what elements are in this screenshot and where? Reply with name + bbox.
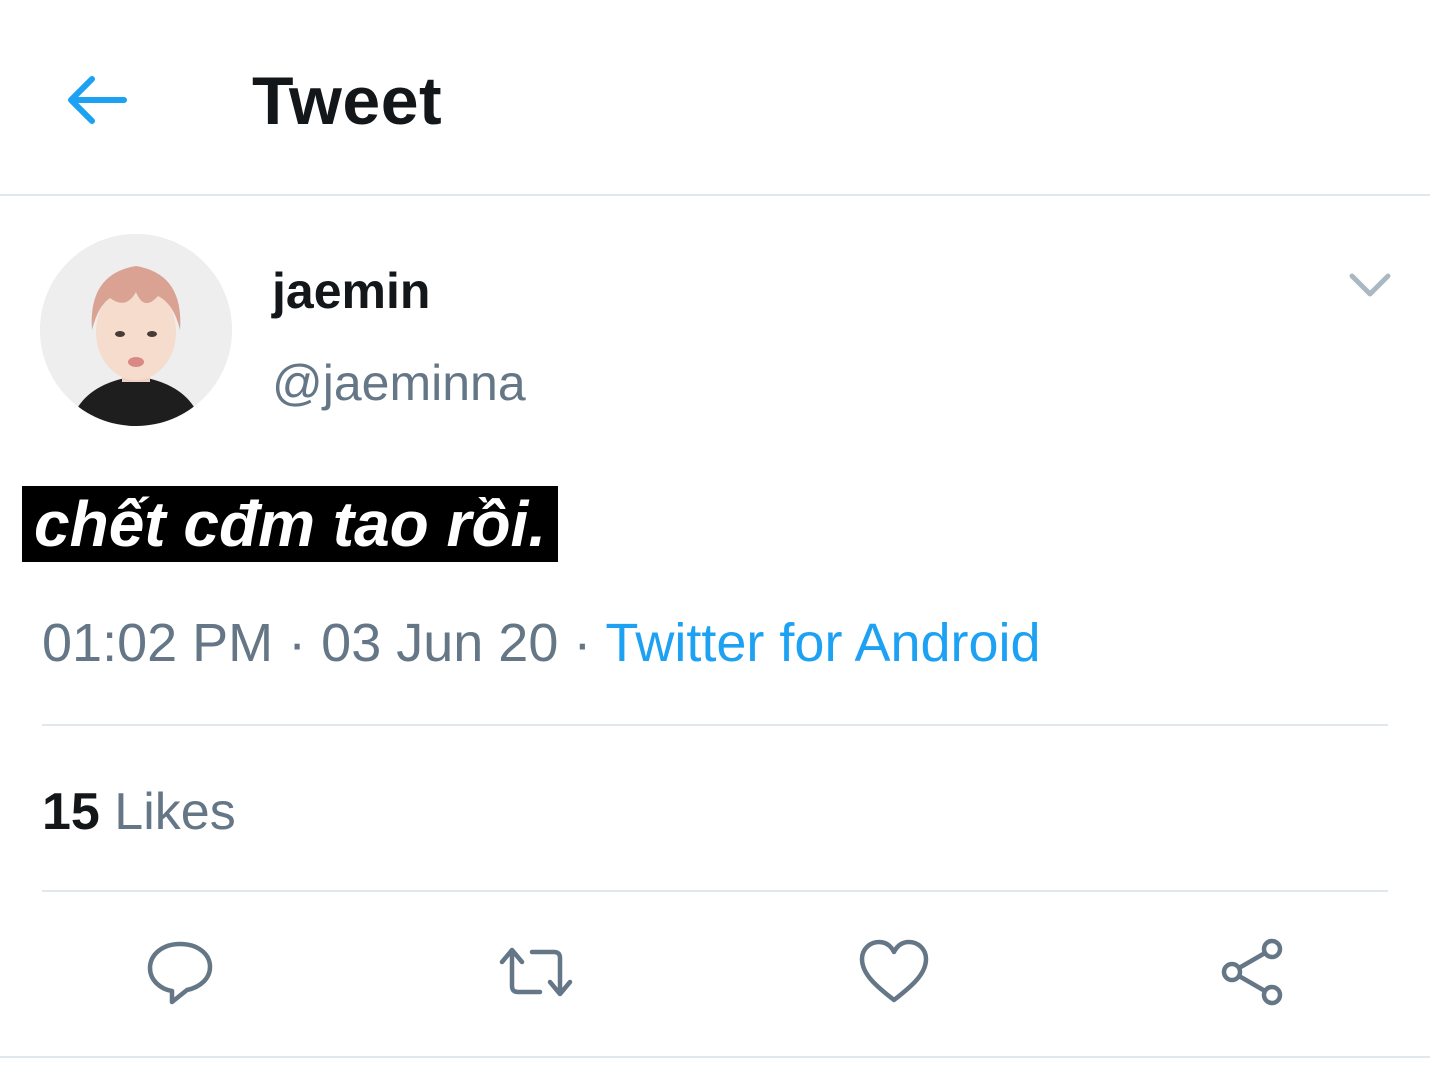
retweet-icon [499, 947, 573, 997]
page-title: Tweet [252, 63, 443, 139]
meta-separator: · [573, 613, 592, 673]
likes-label: Likes [114, 783, 236, 841]
meta-separator: · [288, 613, 307, 673]
divider [42, 890, 1388, 892]
back-button[interactable] [60, 64, 132, 136]
reply-button[interactable] [142, 934, 218, 1010]
tweet-menu-button[interactable] [1340, 262, 1400, 312]
likes-stat[interactable]: 15 Likes [42, 782, 236, 842]
like-button[interactable] [856, 934, 932, 1010]
profile-photo [40, 234, 232, 426]
tweet-source-link[interactable]: Twitter for Android [605, 613, 1040, 673]
tweet-time: 01:02 PM [42, 613, 274, 673]
tweet-meta: 01:02 PM · 03 Jun 20 · Twitter for Andro… [42, 612, 1041, 674]
top-bar: Tweet [0, 0, 1430, 196]
tweet-text: chết cđm tao rồi. [22, 486, 559, 562]
likes-count: 15 [42, 783, 100, 841]
share-button[interactable] [1214, 934, 1290, 1010]
tweet-date: 03 Jun 20 [321, 613, 559, 673]
arrow-left-icon [68, 76, 127, 124]
share-icon [1221, 938, 1283, 1006]
chevron-down-icon [1349, 273, 1391, 297]
author-handle[interactable]: @jaeminna [272, 354, 526, 412]
avatar[interactable] [40, 234, 232, 426]
reply-icon [147, 941, 213, 1005]
author-display-name[interactable]: jaemin [272, 262, 430, 320]
divider [0, 1056, 1430, 1058]
retweet-button[interactable] [498, 934, 574, 1010]
heart-icon [859, 939, 929, 1003]
divider [42, 724, 1388, 726]
